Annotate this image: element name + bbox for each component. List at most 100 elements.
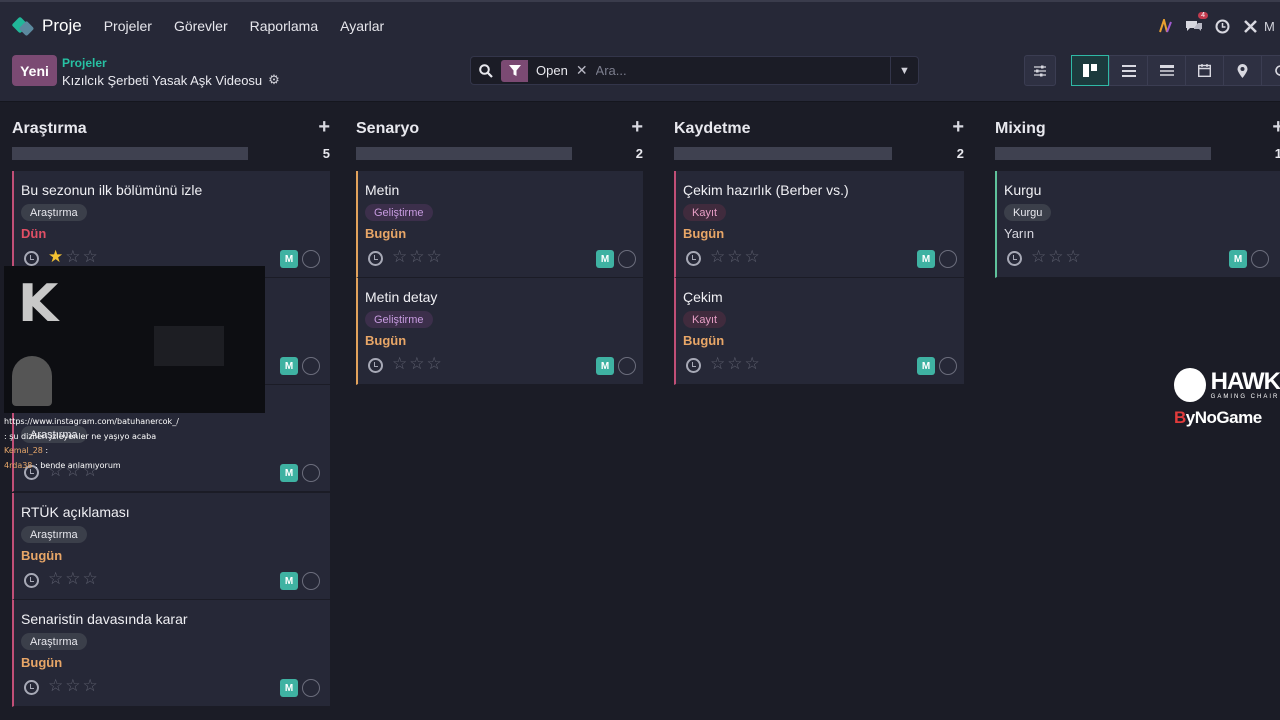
priority-stars[interactable]: ☆☆☆ bbox=[1031, 247, 1083, 267]
assignee-avatar[interactable]: M bbox=[917, 357, 935, 375]
remove-facet-icon[interactable]: ✕ bbox=[576, 62, 588, 79]
map-view-icon[interactable] bbox=[1223, 55, 1261, 86]
activity-clock-icon[interactable] bbox=[1007, 251, 1022, 266]
column-title[interactable]: Araştırma bbox=[12, 120, 87, 138]
assignee-avatar[interactable]: M bbox=[280, 250, 298, 268]
assignee-avatar[interactable]: M bbox=[280, 679, 298, 697]
chat-icon[interactable]: 4 bbox=[1180, 12, 1208, 40]
star-filled-icon[interactable]: ★ bbox=[48, 247, 65, 266]
star-icon[interactable]: ☆ bbox=[392, 354, 409, 373]
kanban-state-icon[interactable] bbox=[302, 464, 320, 482]
activity-clock-icon[interactable] bbox=[368, 251, 383, 266]
sliders-icon[interactable] bbox=[1024, 55, 1056, 86]
column-progress-bar[interactable] bbox=[995, 147, 1211, 160]
star-icon[interactable]: ☆ bbox=[427, 354, 444, 373]
star-icon[interactable]: ☆ bbox=[727, 247, 744, 266]
column-progress-bar[interactable] bbox=[356, 147, 572, 160]
assignee-avatar[interactable]: M bbox=[917, 250, 935, 268]
assignee-avatar[interactable]: M bbox=[1229, 250, 1247, 268]
activity-clock-icon[interactable] bbox=[24, 573, 39, 588]
activity-clock-icon[interactable] bbox=[686, 358, 701, 373]
app-name[interactable]: Proje bbox=[42, 16, 82, 36]
search-icon[interactable] bbox=[471, 63, 501, 78]
task-card[interactable]: Metin Geliştirme Bugün ☆☆☆ M bbox=[356, 171, 643, 278]
assignee-avatar[interactable]: M bbox=[280, 357, 298, 375]
menu-reporting[interactable]: Raporlama bbox=[250, 18, 318, 34]
clock-icon[interactable] bbox=[1208, 12, 1236, 40]
priority-stars[interactable]: ☆☆☆ bbox=[392, 354, 444, 374]
breadcrumb-parent[interactable]: Projeler bbox=[62, 56, 107, 70]
task-card[interactable]: Bu sezonun ilk bölümünü izle Araştırma D… bbox=[12, 171, 330, 278]
star-icon[interactable]: ☆ bbox=[427, 247, 444, 266]
priority-stars[interactable]: ☆☆☆ bbox=[48, 569, 100, 589]
star-icon[interactable]: ☆ bbox=[65, 569, 82, 588]
user-menu[interactable]: M bbox=[1264, 19, 1278, 34]
column-title[interactable]: Kaydetme bbox=[674, 120, 750, 138]
star-icon[interactable]: ☆ bbox=[65, 676, 82, 695]
priority-stars[interactable]: ☆☆☆ bbox=[710, 354, 762, 374]
activity-view-icon[interactable] bbox=[1147, 55, 1185, 86]
column-add-icon[interactable]: + bbox=[631, 116, 643, 139]
project-app-logo-icon[interactable] bbox=[11, 15, 35, 37]
search-options-toggle-icon[interactable]: ▼ bbox=[890, 56, 918, 85]
kanban-state-icon[interactable] bbox=[302, 679, 320, 697]
star-icon[interactable]: ☆ bbox=[409, 354, 426, 373]
new-button[interactable]: Yeni bbox=[12, 55, 57, 86]
star-icon[interactable]: ☆ bbox=[745, 247, 762, 266]
kanban-state-icon[interactable] bbox=[618, 250, 636, 268]
priority-stars[interactable]: ☆☆☆ bbox=[710, 247, 762, 267]
kanban-state-icon[interactable] bbox=[939, 357, 957, 375]
menu-tasks[interactable]: Görevler bbox=[174, 18, 228, 34]
star-icon[interactable]: ☆ bbox=[710, 247, 727, 266]
assignee-avatar[interactable]: M bbox=[280, 464, 298, 482]
task-card[interactable]: Metin detay Geliştirme Bugün ☆☆☆ M bbox=[356, 278, 643, 385]
column-add-icon[interactable]: + bbox=[1272, 116, 1280, 139]
column-add-icon[interactable]: + bbox=[952, 116, 964, 139]
task-card[interactable]: Kurgu Kurgu Yarın ☆☆☆ M bbox=[995, 171, 1280, 278]
star-icon[interactable]: ☆ bbox=[392, 247, 409, 266]
activity-clock-icon[interactable] bbox=[24, 680, 39, 695]
star-icon[interactable]: ☆ bbox=[1031, 247, 1048, 266]
star-icon[interactable]: ☆ bbox=[83, 247, 100, 266]
kanban-state-icon[interactable] bbox=[302, 572, 320, 590]
column-add-icon[interactable]: + bbox=[318, 116, 330, 139]
gear-icon[interactable]: ⚙ bbox=[268, 72, 280, 88]
column-progress-bar[interactable] bbox=[674, 147, 892, 160]
assignee-avatar[interactable]: M bbox=[280, 572, 298, 590]
activity-clock-icon[interactable] bbox=[24, 251, 39, 266]
star-icon[interactable]: ☆ bbox=[83, 676, 100, 695]
priority-stars[interactable]: ★☆☆ bbox=[48, 247, 100, 267]
assignee-avatar[interactable]: M bbox=[596, 250, 614, 268]
star-icon[interactable]: ☆ bbox=[1048, 247, 1065, 266]
star-icon[interactable]: ☆ bbox=[83, 569, 100, 588]
column-progress-bar[interactable] bbox=[12, 147, 248, 160]
star-icon[interactable]: ☆ bbox=[48, 676, 65, 695]
activity-icon[interactable] bbox=[1152, 12, 1180, 40]
assignee-avatar[interactable]: M bbox=[596, 357, 614, 375]
search-input[interactable] bbox=[595, 63, 890, 78]
kanban-state-icon[interactable] bbox=[618, 357, 636, 375]
kanban-state-icon[interactable] bbox=[302, 357, 320, 375]
star-icon[interactable]: ☆ bbox=[710, 354, 727, 373]
kanban-state-icon[interactable] bbox=[302, 250, 320, 268]
task-card[interactable]: Çekim Kayıt Bugün ☆☆☆ M bbox=[674, 278, 964, 385]
star-icon[interactable]: ☆ bbox=[409, 247, 426, 266]
star-icon[interactable]: ☆ bbox=[48, 569, 65, 588]
kanban-view-icon[interactable] bbox=[1071, 55, 1109, 86]
task-card[interactable]: Senaristin davasında karar Araştırma Bug… bbox=[12, 600, 330, 707]
star-icon[interactable]: ☆ bbox=[1066, 247, 1083, 266]
kanban-state-icon[interactable] bbox=[1251, 250, 1269, 268]
star-icon[interactable]: ☆ bbox=[65, 247, 82, 266]
star-icon[interactable]: ☆ bbox=[745, 354, 762, 373]
calendar-view-icon[interactable] bbox=[1185, 55, 1223, 86]
star-icon[interactable]: ☆ bbox=[727, 354, 744, 373]
column-title[interactable]: Senaryo bbox=[356, 120, 419, 138]
activity-clock-icon[interactable] bbox=[686, 251, 701, 266]
activity-clock-icon[interactable] bbox=[368, 358, 383, 373]
task-card[interactable]: RTÜK açıklaması Araştırma Bugün ☆☆☆ M bbox=[12, 493, 330, 600]
debug-tools-icon[interactable] bbox=[1236, 12, 1264, 40]
column-title[interactable]: Mixing bbox=[995, 120, 1046, 138]
priority-stars[interactable]: ☆☆☆ bbox=[392, 247, 444, 267]
priority-stars[interactable]: ☆☆☆ bbox=[48, 676, 100, 696]
menu-settings[interactable]: Ayarlar bbox=[340, 18, 384, 34]
